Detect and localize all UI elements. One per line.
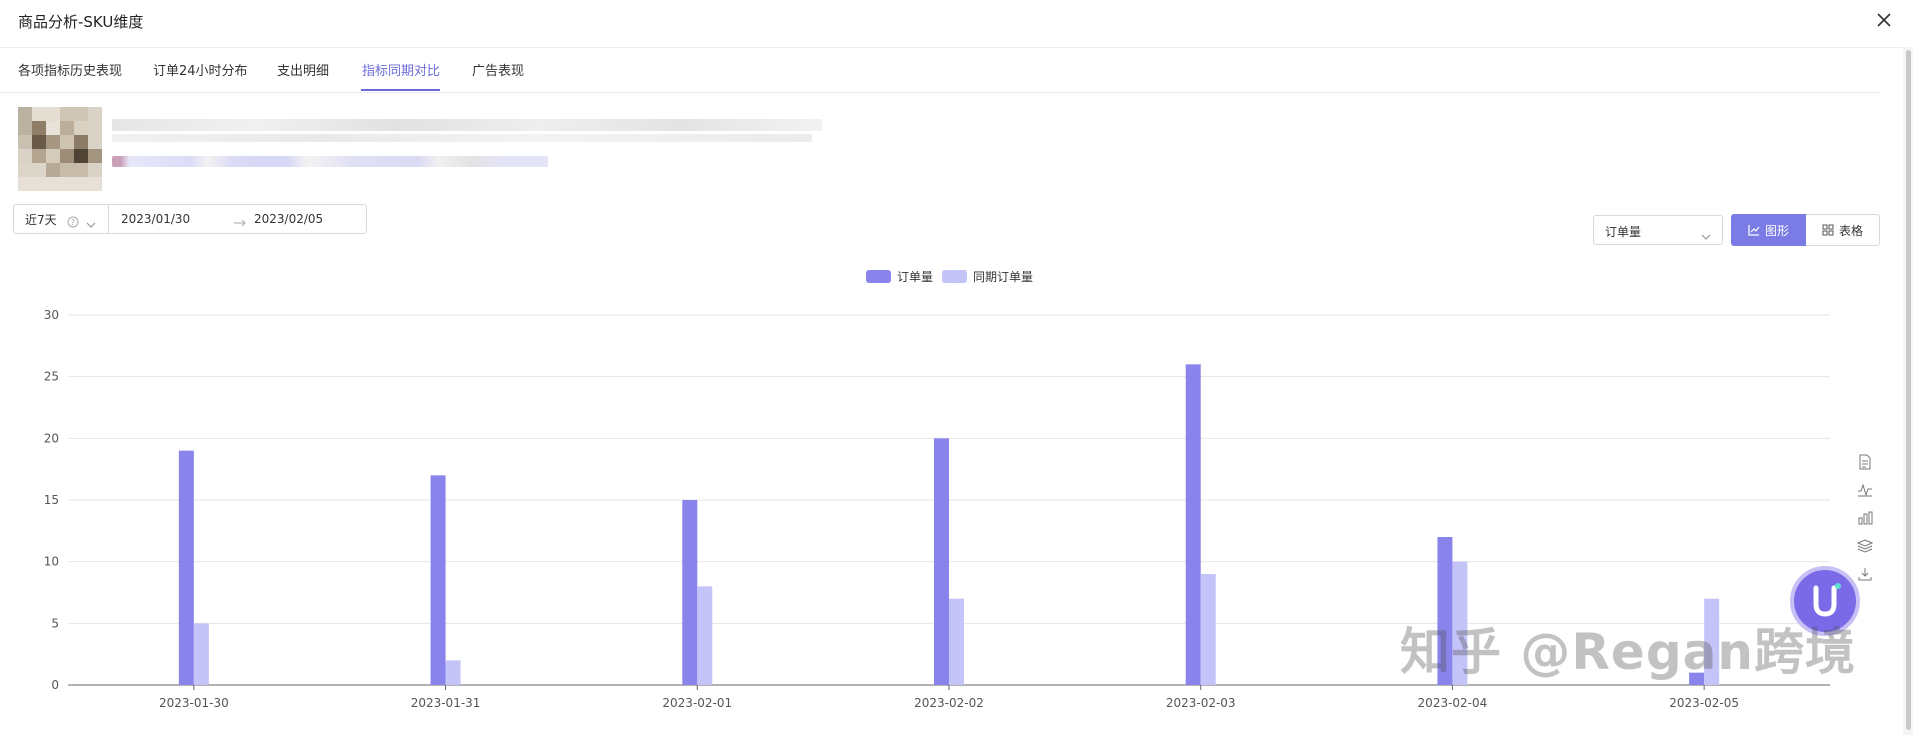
- modal-header: 商品分析-SKU维度: [0, 0, 1913, 48]
- y-tick-label: 5: [51, 616, 59, 630]
- bar-prev-orders[interactable]: [193, 623, 209, 685]
- grid-icon: [1822, 224, 1834, 236]
- line-chart-icon: [1748, 224, 1760, 236]
- x-tick-label: 2023-01-30: [159, 696, 229, 710]
- chart-toolbox: [1853, 448, 1877, 588]
- y-tick-label: 15: [44, 493, 59, 507]
- bar-orders[interactable]: [1185, 364, 1201, 685]
- bar-orders[interactable]: [934, 438, 949, 685]
- product-thumbnail: [18, 107, 102, 191]
- legend-label[interactable]: 订单量: [897, 270, 933, 284]
- x-axis: 2023-01-30 2023-01-31 2023-02-01 2023-02-02…: [159, 685, 1739, 710]
- product-title-redacted: [112, 119, 822, 131]
- legend-swatch[interactable]: [942, 270, 967, 283]
- stack-switch-icon[interactable]: [1853, 532, 1877, 560]
- svg-text:?: ?: [71, 218, 75, 227]
- bar-orders[interactable]: [178, 450, 194, 685]
- tab-yoy-compare[interactable]: 指标同期对比: [362, 60, 440, 79]
- data-view-icon[interactable]: [1853, 448, 1877, 476]
- legend-swatch[interactable]: [866, 270, 891, 283]
- chevron-down-icon: [1701, 226, 1711, 245]
- bar-prev-orders[interactable]: [445, 660, 461, 685]
- end-date-input[interactable]: 2023/02/05: [254, 212, 323, 226]
- y-axis: 0 5 10 15 20 25 30: [44, 308, 59, 692]
- x-tick-label: 2023-02-01: [662, 696, 732, 710]
- metric-select[interactable]: 订单量: [1593, 215, 1723, 245]
- table-view-label: 表格: [1838, 223, 1863, 238]
- product-subtitle-redacted: [112, 134, 812, 142]
- product-attributes-redacted: [112, 156, 548, 167]
- y-tick-label: 25: [44, 370, 59, 384]
- bar-prev-orders[interactable]: [1200, 574, 1216, 685]
- y-tick-label: 30: [44, 308, 59, 322]
- tab-expense[interactable]: 支出明细: [277, 60, 329, 79]
- bar-prev-orders[interactable]: [697, 586, 713, 685]
- tab-history[interactable]: 各项指标历史表现: [18, 60, 122, 79]
- x-tick-label: 2023-02-04: [1418, 696, 1488, 710]
- active-tab-indicator: [361, 89, 440, 91]
- line-switch-icon[interactable]: [1853, 476, 1877, 504]
- date-preset-label: 近7天: [25, 213, 57, 227]
- y-tick-label: 20: [44, 431, 59, 445]
- metric-select-value: 订单量: [1605, 225, 1642, 239]
- scrollbar-thumb[interactable]: [1906, 50, 1911, 730]
- y-tick-label: 0: [51, 678, 59, 692]
- table-view-button[interactable]: 表格: [1806, 214, 1880, 246]
- bar-switch-icon[interactable]: [1853, 504, 1877, 532]
- chart-legend: 订单量 同期订单量: [866, 270, 1033, 284]
- chart-view-label: 图形: [1764, 223, 1789, 238]
- download-icon[interactable]: [1853, 560, 1877, 588]
- tab-ads[interactable]: 广告表现: [472, 60, 524, 79]
- help-icon: ?: [67, 213, 79, 232]
- close-icon[interactable]: [1872, 8, 1896, 32]
- start-date-input[interactable]: 2023/01/30: [121, 212, 190, 226]
- bar-orders[interactable]: [430, 475, 446, 685]
- legend-label[interactable]: 同期订单量: [973, 270, 1033, 284]
- chevron-down-icon: [86, 214, 96, 233]
- tab-hourly[interactable]: 订单24小时分布: [153, 60, 248, 79]
- x-tick-label: 2023-02-03: [1166, 696, 1236, 710]
- x-tick-label: 2023-02-05: [1669, 696, 1739, 710]
- bar-prev-orders[interactable]: [949, 598, 964, 685]
- tab-bar: 各项指标历史表现 订单24小时分布 支出明细 指标同期对比 广告表现: [0, 48, 1880, 93]
- x-tick-label: 2023-01-31: [411, 696, 481, 710]
- date-preset-select[interactable]: 近7天 ?: [14, 205, 109, 233]
- arrow-right-icon: [233, 213, 247, 232]
- x-tick-label: 2023-02-02: [914, 696, 984, 710]
- watermark-text: 知乎 @Regan跨境: [1400, 623, 1856, 681]
- y-tick-label: 10: [44, 555, 59, 569]
- date-range-picker: 近7天 ? 2023/01/30 2023/02/05: [13, 204, 367, 234]
- bar-orders[interactable]: [682, 500, 698, 685]
- chart-view-button[interactable]: 图形: [1731, 214, 1806, 246]
- modal-title: 商品分析-SKU维度: [18, 13, 144, 31]
